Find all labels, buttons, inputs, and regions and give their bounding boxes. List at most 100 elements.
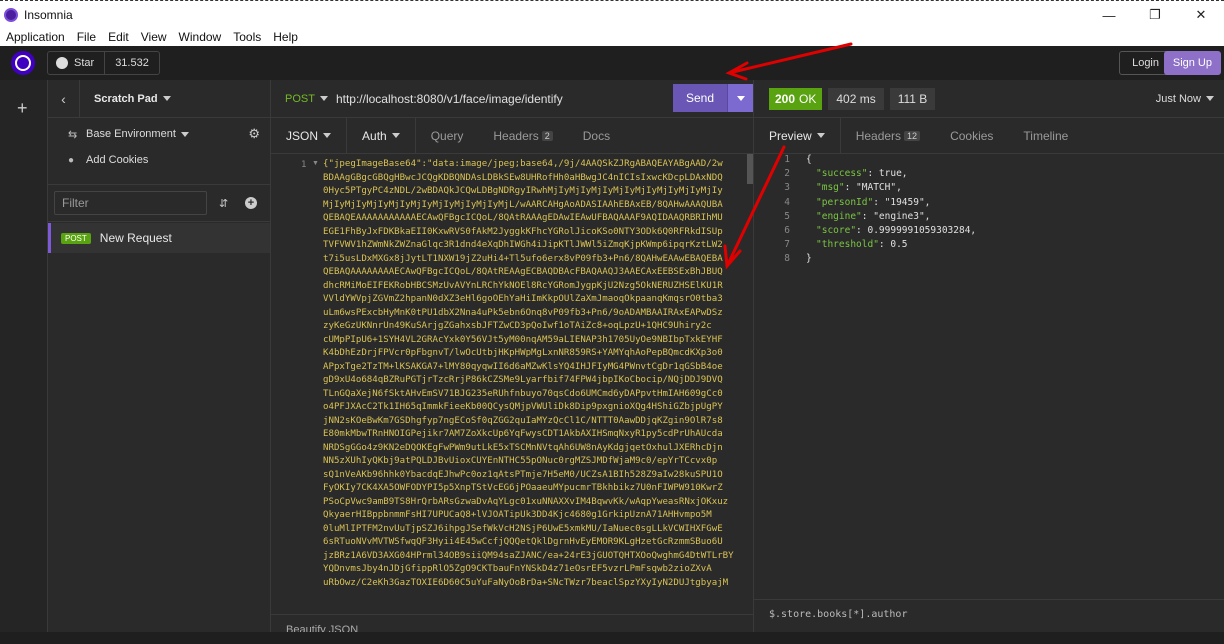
url-input[interactable]: http://localhost:8080/v1/face/image/iden… [336,92,563,106]
chevron-left-icon[interactable]: ‹ [48,80,80,117]
github-icon [56,57,68,69]
request-body-line: zyKeGzUKNnrUn49KuSArjgZGahxsbJFTZwCD3pQo… [323,321,712,331]
close-icon[interactable]: ✕ [1178,1,1224,29]
signup-button[interactable]: Sign Up [1163,51,1221,75]
add-request-icon[interactable]: + [245,197,257,209]
gear-icon[interactable]: ⚙ [248,126,260,142]
response-line-text: { [806,154,812,165]
request-body-line: 6sRTuoNVvMVTWSfwqQF3Hyii4E45wCcfjQQQetQk… [323,537,723,547]
swap-icon: ⇆ [68,128,78,141]
json-value: { [806,154,812,165]
menu-edit[interactable]: Edit [102,30,135,44]
scratch-pad-dropdown[interactable]: Scratch Pad [94,93,171,105]
line-number: 8 [784,253,790,265]
menu-help[interactable]: Help [267,30,304,44]
method-label: POST [285,92,315,105]
headers-count-badge: 2 [541,130,553,141]
line-number: 4 [784,196,790,208]
cookie-icon: ● [68,154,75,166]
response-line-text: } [806,253,812,264]
editor-scrollbar[interactable] [747,154,753,184]
method-selector[interactable]: POST [285,93,328,105]
json-value: : "19459", [873,196,931,208]
response-line: 2 "success": true, [754,168,1224,182]
maximize-icon[interactable]: ❐ [1132,1,1178,29]
request-body-line: NN5zXUhIyQKbj9atPQLDJBvUioxCUYEnNTHC55pO… [323,456,718,466]
chevron-down-icon [391,133,400,138]
tab-query[interactable]: Query [416,118,479,153]
tab-auth-label: Auth [362,128,387,143]
request-body-line: QEBAQAAAAAAAAECAwQFBgcICQoL/8QAtREAAgECB… [323,267,723,277]
line-number: 6 [784,224,790,236]
response-line-text: "threshold": 0.5 [816,239,908,250]
request-body-line: K4bDhEzDrjFPVcr0pFbgnvT/lwOcUtbjHKpHWpMg… [323,348,723,358]
response-line: 1{ [754,154,1224,168]
response-line-text: "engine": "engine3", [816,211,930,222]
request-body-code: {"jpegImageBase64":"data:image/jpeg;base… [323,158,747,590]
request-body-line: uLm6wsPExcbHyMnK0tPU1dbX2Nna4uPk5ebn6Onq… [323,307,723,318]
request-body-line: dhcRMiMoEIFEKRobHBCSMzUvAVYnLRChYkNOEl8R… [323,280,723,291]
json-key: "msg" [816,182,845,194]
send-options-button[interactable] [727,84,753,112]
sidebar: ‹ Scratch Pad ⇆ Base Environment ⚙ ● Add… [48,80,271,644]
line-number: 2 [784,168,790,180]
request-body-line: PSoCpVwc9amB9TS8HrQrbARsGzwaDvAqYLgc01xu… [323,496,729,507]
menu-file[interactable]: File [71,30,102,44]
response-time: 402 ms [828,87,884,110]
send-button[interactable]: Send [673,84,727,112]
sidebar-item-new-request[interactable]: POST New Request [48,223,270,253]
title-bar: Insomnia — ❐ ✕ [0,0,1224,28]
tab-headers[interactable]: Headers 2 [478,118,567,153]
request-body-line: gD9xU4o684qBZRuPGTjrTzcRrjP86kCZSMe9Lyar… [323,375,723,385]
request-body-editor[interactable]: 1 ▼ {"jpegImageBase64":"data:image/jpeg;… [271,154,754,604]
menu-tools[interactable]: Tools [227,30,267,44]
github-star-button[interactable]: Star 31.532 [47,51,160,75]
send-button-group: Send [673,84,753,112]
request-body-line: E80mkMbwTRnHNOIGPejikr7AM7ZoXkcUp6YqFwys… [323,429,723,439]
chevron-down-icon [1206,96,1214,102]
line-number: 5 [784,210,790,222]
plus-icon[interactable]: + [17,98,28,119]
menu-window[interactable]: Window [173,30,228,44]
menu-application[interactable]: Application [0,30,71,44]
left-rail: + [0,80,48,644]
menu-bar: Application File Edit View Window Tools … [0,28,1224,46]
filter-input[interactable]: Filter [54,191,207,215]
tab-auth[interactable]: Auth [347,118,416,153]
sort-icon[interactable]: ⇵ [219,197,228,210]
tab-body[interactable]: JSON [271,118,348,153]
tab-cookies[interactable]: Cookies [935,118,1008,153]
line-number: 1 [301,160,307,170]
tab-headers-label: Headers [493,128,539,143]
window-controls: — ❐ ✕ [1086,1,1224,29]
response-line-text: "personId": "19459", [816,197,930,208]
response-headers-count-badge: 12 [904,130,921,141]
status-code: 200 [775,91,796,106]
response-line: 5 "engine": "engine3", [754,211,1224,225]
response-line-text: "success": true, [816,168,908,179]
minimize-icon[interactable]: — [1086,1,1132,29]
tab-response-headers[interactable]: Headers 12 [841,118,935,153]
chevron-down-icon [162,96,171,102]
tab-docs[interactable]: Docs [568,118,625,153]
url-bar: POST http://localhost:8080/v1/face/image… [271,80,753,118]
tab-preview[interactable]: Preview [754,118,841,153]
environment-selector[interactable]: ⇆ Base Environment ⚙ [48,120,270,148]
request-body-line: cUMpPIpU6+1SYH4VL2GRAcYxk0Y56VJt5yM00nqA… [323,334,723,345]
request-body-line: QkyaerHIBppbnmmFsHI7UPUCaQ8+lVJOATipUk3D… [323,510,712,520]
jsonpath-filter-input[interactable]: $.store.books[*].author [754,599,1224,629]
request-name: New Request [99,231,172,245]
line-number: 1 [784,154,790,165]
response-pane: 200 OK 402 ms 111 B Just Now Preview Head… [754,80,1224,644]
response-history-dropdown[interactable]: Just Now [1156,93,1214,105]
request-body-line: VVldYWVpjZGVmZ2hpanN0dXZ3eHl6goOEhYaHiIm… [323,294,723,304]
menu-view[interactable]: View [135,30,173,44]
add-cookies-button[interactable]: ● Add Cookies [48,148,270,172]
fold-arrow-icon[interactable]: ▼ [312,160,319,167]
line-number: 7 [784,239,790,251]
scratch-pad-label: Scratch Pad [94,92,158,105]
request-body-line: TLnGQaXejN6fSktAHvEmSV71BJG235eRUhfnbuyo… [323,388,723,399]
insomnia-logo-icon[interactable] [11,51,35,75]
tab-timeline[interactable]: Timeline [1008,118,1083,153]
request-body-line: YQDnvmsJby4nJDjGfippRlO5ZgO9CKTbauFnYNSk… [323,564,712,574]
